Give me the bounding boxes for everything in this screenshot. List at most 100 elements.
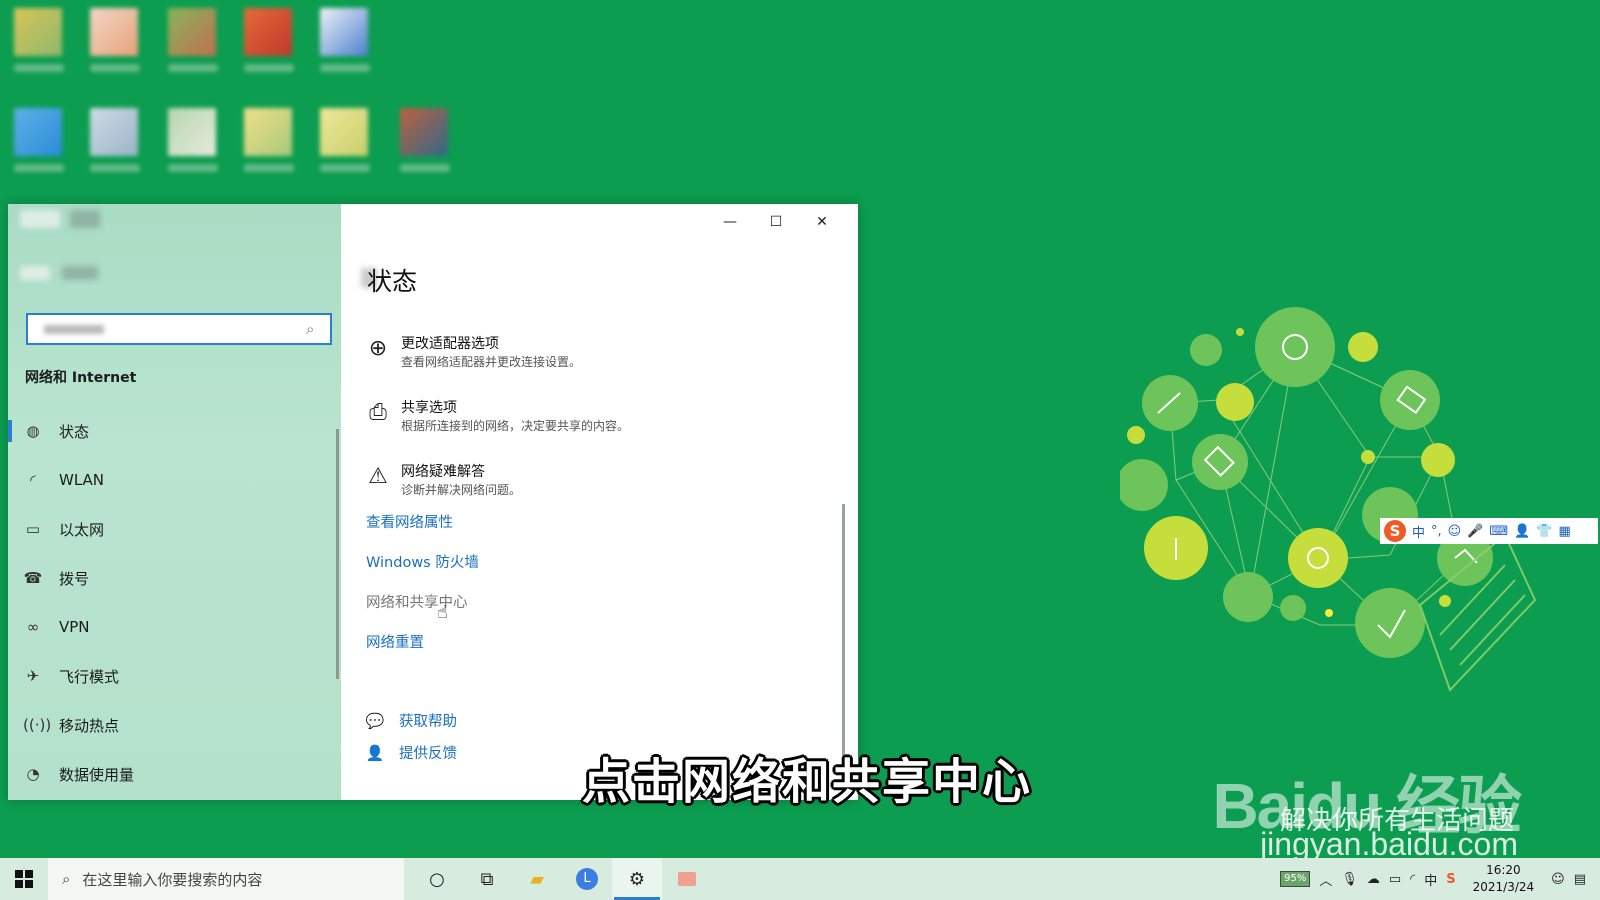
- ime-indicator[interactable]: 中: [1424, 870, 1437, 889]
- wifi-icon[interactable]: ◜: [1410, 872, 1415, 887]
- sidebar-item-label: WLAN: [59, 471, 105, 489]
- desktop-icon[interactable]: [14, 8, 64, 80]
- hotspot-icon: ((·)): [23, 716, 52, 734]
- sharing-icon: ⎙: [369, 400, 387, 425]
- desktop-icon[interactable]: [244, 8, 294, 80]
- decorative-network-graphic: [1120, 307, 1537, 692]
- notification-center-icon[interactable]: ▤: [1574, 872, 1586, 887]
- sidebar-item-label: 拨号: [59, 569, 90, 588]
- dialup-icon: ☎: [23, 569, 43, 587]
- link-network-properties[interactable]: 查看网络属性: [366, 511, 453, 532]
- vpn-icon: ∞: [26, 618, 40, 636]
- taskbar-search-placeholder: 在这里输入你要搜索的内容: [82, 870, 263, 889]
- cloud-icon[interactable]: ☁: [1367, 872, 1380, 887]
- desktop-icon[interactable]: [320, 8, 370, 80]
- battery-percent[interactable]: 95%: [1280, 871, 1311, 887]
- feedback-link[interactable]: 👤 提供反馈: [365, 742, 457, 763]
- desktop-icon[interactable]: [168, 108, 218, 180]
- desktop-icon[interactable]: [320, 108, 370, 180]
- emoji-icon[interactable]: ☺: [1448, 524, 1462, 539]
- option-sharing[interactable]: ⎙ 共享选项 根据所连接到的网络，决定要共享的内容。: [363, 399, 629, 435]
- battery-icon[interactable]: ▭: [1389, 872, 1401, 887]
- close-button[interactable]: ✕: [805, 210, 839, 234]
- sidebar-scrollbar[interactable]: [336, 429, 339, 679]
- sidebar-heading: 网络和 Internet: [25, 370, 137, 386]
- settings-content: — ☐ ✕ 状态 ⊕ 更改适配器选项 查看网络适配器并更改连接设置。 ⎙ 共享选…: [341, 204, 858, 800]
- desktop-icon[interactable]: [14, 108, 64, 180]
- settings-search-input[interactable]: ⌕: [26, 313, 332, 345]
- user-icon[interactable]: 👤: [1514, 524, 1530, 539]
- chat-icon[interactable]: ☺: [1551, 872, 1565, 887]
- task-view-icon[interactable]: ⧉: [462, 858, 512, 900]
- ime-punctuation-toggle[interactable]: °,: [1431, 524, 1442, 539]
- option-troubleshoot[interactable]: ⚠ 网络疑难解答 诊断并解决网络问题。: [363, 463, 521, 499]
- settings-icon[interactable]: ⚙: [612, 858, 662, 900]
- sogou-logo-icon[interactable]: S: [1384, 520, 1406, 542]
- option-title: 更改适配器选项: [401, 336, 499, 352]
- microphone-icon[interactable]: 🎙: [1341, 872, 1358, 887]
- search-icon: ⌕: [306, 320, 315, 338]
- mouse-cursor-icon: ☝: [437, 602, 448, 623]
- link-network-sharing-center[interactable]: 网络和共享中心: [366, 591, 468, 612]
- help-icon: 💬: [365, 711, 385, 730]
- option-title: 共享选项: [401, 400, 457, 416]
- toolbox-icon[interactable]: ▦: [1559, 524, 1571, 539]
- system-tray: 95% ︿ 🎙 ☁ ▭ ◜ 中 S 16:20 2021/3/24 ☺ ▤: [1280, 858, 1600, 900]
- help-label: 获取帮助: [399, 714, 457, 730]
- maximize-button[interactable]: ☐: [759, 210, 793, 234]
- ime-mode-toggle[interactable]: 中: [1412, 522, 1425, 541]
- option-desc: 查看网络适配器并更改连接设置。: [401, 355, 582, 369]
- sidebar-item-label: 以太网: [59, 520, 105, 539]
- taskbar-search-box[interactable]: ⌕ 在这里输入你要搜索的内容: [48, 858, 404, 900]
- sidebar-item-wlan[interactable]: ◜ WLAN: [8, 459, 333, 501]
- sidebar-item-vpn[interactable]: ∞ VPN: [8, 606, 333, 648]
- taskbar: ⌕ 在这里输入你要搜索的内容 ○ ⧉ ▰ L ⚙ 95% ︿ 🎙 ☁ ▭ ◜ 中…: [0, 858, 1600, 900]
- home-icon-blurred: [70, 210, 100, 228]
- feedback-icon: 👤: [365, 743, 385, 762]
- sidebar-item-label: VPN: [59, 618, 90, 636]
- link-windows-firewall[interactable]: Windows 防火墙: [366, 551, 479, 572]
- sidebar-item-label: 飞行模式: [59, 667, 120, 686]
- find-label-blurred: [20, 266, 50, 280]
- browser-icon[interactable]: L: [562, 858, 612, 900]
- sidebar-item-airplane[interactable]: ✈ 飞行模式: [8, 655, 333, 697]
- option-desc: 诊断并解决网络问题。: [401, 483, 522, 497]
- find-label-blurred: [62, 266, 98, 280]
- sidebar-item-label: 数据使用量: [59, 765, 135, 784]
- feedback-label: 提供反馈: [399, 746, 457, 762]
- skin-icon[interactable]: 👕: [1536, 524, 1552, 539]
- sogou-tray-icon[interactable]: S: [1446, 872, 1455, 887]
- clock[interactable]: 16:20 2021/3/24: [1473, 862, 1535, 896]
- desktop-icon[interactable]: [244, 108, 294, 180]
- sidebar-item-hotspot[interactable]: ((·)) 移动热点: [8, 704, 333, 746]
- chevron-up-icon[interactable]: ︿: [1319, 870, 1332, 889]
- sidebar-item-data-usage[interactable]: ◔ 数据使用量: [8, 753, 333, 795]
- sidebar-item-ethernet[interactable]: ▭ 以太网: [8, 508, 333, 550]
- desktop-icon[interactable]: [90, 8, 140, 80]
- warning-icon: ⚠: [368, 464, 388, 489]
- sidebar-item-status[interactable]: ◍ 状态: [8, 410, 333, 452]
- cortana-icon[interactable]: ○: [412, 858, 462, 900]
- sidebar-item-dialup[interactable]: ☎ 拨号: [8, 557, 333, 599]
- keyboard-icon[interactable]: ⌨: [1489, 524, 1508, 539]
- desktop-icon[interactable]: [168, 8, 218, 80]
- wifi-icon: ◜: [30, 471, 36, 489]
- desktop-icon[interactable]: [400, 108, 450, 180]
- link-network-reset[interactable]: 网络重置: [366, 631, 424, 652]
- desktop-icon[interactable]: [90, 108, 140, 180]
- clock-date: 2021/3/24: [1472, 880, 1535, 894]
- microphone-icon[interactable]: 🎤: [1467, 524, 1483, 539]
- ime-toolbar[interactable]: S 中 °, ☺ 🎤 ⌨ 👤 👕 ▦: [1380, 518, 1598, 544]
- file-explorer-icon[interactable]: ▰: [512, 858, 562, 900]
- help-link[interactable]: 💬 获取帮助: [365, 710, 457, 731]
- media-app-icon[interactable]: [662, 858, 712, 900]
- start-button[interactable]: [0, 858, 48, 900]
- option-adapter[interactable]: ⊕ 更改适配器选项 查看网络适配器并更改连接设置。: [363, 335, 581, 371]
- settings-window: ⌕ 网络和 Internet ◍ 状态 ◜ WLAN ▭ 以太网 ☎ 拨号 ∞ …: [8, 204, 858, 800]
- sidebar-item-label: 状态: [59, 422, 90, 441]
- minimize-button[interactable]: —: [713, 210, 747, 234]
- sidebar-item-label: 移动热点: [59, 716, 120, 735]
- option-desc: 根据所连接到的网络，决定要共享的内容。: [401, 419, 630, 433]
- search-icon: ⌕: [62, 870, 71, 888]
- video-subtitle: 点击网络和共享中心: [582, 754, 1033, 810]
